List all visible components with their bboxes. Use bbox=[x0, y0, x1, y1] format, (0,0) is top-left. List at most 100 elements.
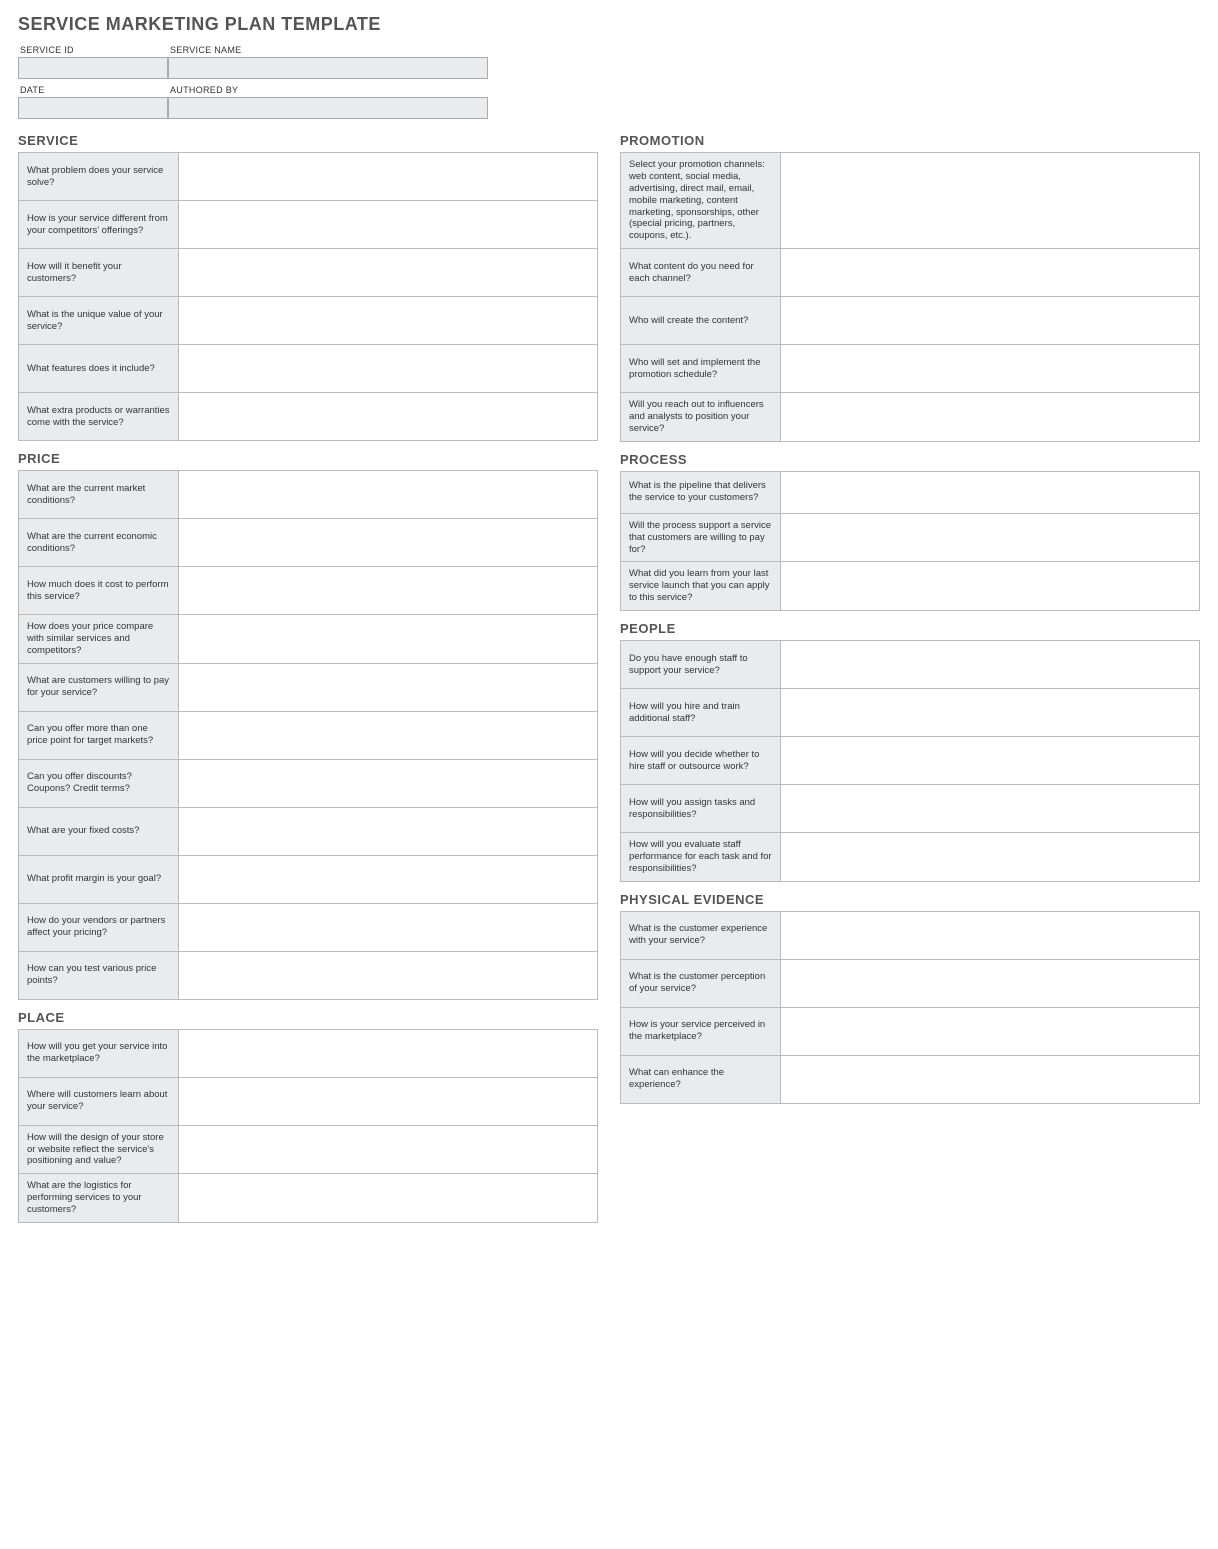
price-q: How does your price compare with similar… bbox=[19, 615, 179, 664]
service-a[interactable] bbox=[179, 249, 598, 297]
people-a[interactable] bbox=[781, 641, 1200, 689]
people-a[interactable] bbox=[781, 737, 1200, 785]
meta-row-2: DATE AUTHORED BY bbox=[18, 83, 1200, 119]
authored-by-input[interactable] bbox=[168, 97, 488, 119]
page-title: SERVICE MARKETING PLAN TEMPLATE bbox=[18, 14, 1200, 35]
evidence-q: How is your service perceived in the mar… bbox=[621, 1007, 781, 1055]
price-a[interactable] bbox=[179, 855, 598, 903]
service-name-input[interactable] bbox=[168, 57, 488, 79]
meta-row-1: SERVICE ID SERVICE NAME bbox=[18, 43, 1200, 79]
section-promotion: PROMOTION Select your promotion channels… bbox=[620, 133, 1200, 442]
place-table: How will you get your service into the m… bbox=[18, 1029, 598, 1223]
place-q: Where will customers learn about your se… bbox=[19, 1077, 179, 1125]
price-a[interactable] bbox=[179, 759, 598, 807]
price-q: What are the current economic conditions… bbox=[19, 519, 179, 567]
process-a[interactable] bbox=[781, 513, 1200, 562]
service-id-input[interactable] bbox=[18, 57, 168, 79]
service-a[interactable] bbox=[179, 345, 598, 393]
price-q: How can you test various price points? bbox=[19, 951, 179, 999]
section-price: PRICE What are the current market condit… bbox=[18, 451, 598, 1000]
promotion-q: Will you reach out to influencers and an… bbox=[621, 393, 781, 442]
people-q: How will you hire and train additional s… bbox=[621, 689, 781, 737]
people-a[interactable] bbox=[781, 833, 1200, 882]
promotion-a[interactable] bbox=[781, 297, 1200, 345]
promotion-a[interactable] bbox=[781, 153, 1200, 249]
promotion-q: Who will set and implement the promotion… bbox=[621, 345, 781, 393]
process-a[interactable] bbox=[781, 562, 1200, 611]
service-a[interactable] bbox=[179, 153, 598, 201]
price-q: How much does it cost to perform this se… bbox=[19, 567, 179, 615]
people-a[interactable] bbox=[781, 785, 1200, 833]
price-q: What profit margin is your goal? bbox=[19, 855, 179, 903]
promotion-heading: PROMOTION bbox=[620, 133, 1200, 148]
price-heading: PRICE bbox=[18, 451, 598, 466]
price-q: How do your vendors or partners affect y… bbox=[19, 903, 179, 951]
promotion-q: What content do you need for each channe… bbox=[621, 249, 781, 297]
process-a[interactable] bbox=[781, 471, 1200, 513]
evidence-a[interactable] bbox=[781, 959, 1200, 1007]
process-q: Will the process support a service that … bbox=[621, 513, 781, 562]
right-column: PROMOTION Select your promotion channels… bbox=[620, 133, 1200, 1233]
service-q: What is the unique value of your service… bbox=[19, 297, 179, 345]
service-a[interactable] bbox=[179, 393, 598, 441]
section-evidence: PHYSICAL EVIDENCE What is the customer e… bbox=[620, 892, 1200, 1104]
section-people: PEOPLE Do you have enough staff to suppo… bbox=[620, 621, 1200, 882]
price-a[interactable] bbox=[179, 615, 598, 664]
evidence-q: What is the customer experience with you… bbox=[621, 911, 781, 959]
evidence-q: What can enhance the experience? bbox=[621, 1055, 781, 1103]
evidence-q: What is the customer perception of your … bbox=[621, 959, 781, 1007]
price-a[interactable] bbox=[179, 903, 598, 951]
evidence-a[interactable] bbox=[781, 1007, 1200, 1055]
service-table: What problem does your service solve? Ho… bbox=[18, 152, 598, 441]
place-a[interactable] bbox=[179, 1029, 598, 1077]
promotion-q: Select your promotion channels: web cont… bbox=[621, 153, 781, 249]
service-a[interactable] bbox=[179, 297, 598, 345]
service-a[interactable] bbox=[179, 201, 598, 249]
process-heading: PROCESS bbox=[620, 452, 1200, 467]
people-a[interactable] bbox=[781, 689, 1200, 737]
evidence-a[interactable] bbox=[781, 1055, 1200, 1103]
evidence-heading: PHYSICAL EVIDENCE bbox=[620, 892, 1200, 907]
price-table: What are the current market conditions? … bbox=[18, 470, 598, 1000]
price-a[interactable] bbox=[179, 567, 598, 615]
price-a[interactable] bbox=[179, 663, 598, 711]
service-id-label: SERVICE ID bbox=[18, 43, 168, 57]
process-q: What did you learn from your last servic… bbox=[621, 562, 781, 611]
service-q: How will it benefit your customers? bbox=[19, 249, 179, 297]
authored-by-label: AUTHORED BY bbox=[168, 83, 488, 97]
place-a[interactable] bbox=[179, 1174, 598, 1223]
process-table: What is the pipeline that delivers the s… bbox=[620, 471, 1200, 611]
service-heading: SERVICE bbox=[18, 133, 598, 148]
service-name-label: SERVICE NAME bbox=[168, 43, 488, 57]
service-q: What problem does your service solve? bbox=[19, 153, 179, 201]
price-a[interactable] bbox=[179, 711, 598, 759]
promotion-q: Who will create the content? bbox=[621, 297, 781, 345]
price-q: What are the current market conditions? bbox=[19, 471, 179, 519]
promotion-a[interactable] bbox=[781, 393, 1200, 442]
place-q: What are the logistics for performing se… bbox=[19, 1174, 179, 1223]
place-q: How will you get your service into the m… bbox=[19, 1029, 179, 1077]
service-q: What features does it include? bbox=[19, 345, 179, 393]
service-q: How is your service different from your … bbox=[19, 201, 179, 249]
date-label: DATE bbox=[18, 83, 168, 97]
evidence-a[interactable] bbox=[781, 911, 1200, 959]
price-a[interactable] bbox=[179, 951, 598, 999]
price-q: Can you offer discounts? Coupons? Credit… bbox=[19, 759, 179, 807]
place-a[interactable] bbox=[179, 1125, 598, 1174]
section-place: PLACE How will you get your service into… bbox=[18, 1010, 598, 1223]
promotion-a[interactable] bbox=[781, 345, 1200, 393]
evidence-table: What is the customer experience with you… bbox=[620, 911, 1200, 1104]
price-a[interactable] bbox=[179, 807, 598, 855]
price-q: Can you offer more than one price point … bbox=[19, 711, 179, 759]
price-a[interactable] bbox=[179, 471, 598, 519]
price-a[interactable] bbox=[179, 519, 598, 567]
left-column: SERVICE What problem does your service s… bbox=[18, 133, 598, 1233]
date-input[interactable] bbox=[18, 97, 168, 119]
place-a[interactable] bbox=[179, 1077, 598, 1125]
people-q: How will you evaluate staff performance … bbox=[621, 833, 781, 882]
section-service: SERVICE What problem does your service s… bbox=[18, 133, 598, 441]
people-q: Do you have enough staff to support your… bbox=[621, 641, 781, 689]
price-q: What are your fixed costs? bbox=[19, 807, 179, 855]
promotion-a[interactable] bbox=[781, 249, 1200, 297]
people-q: How will you decide whether to hire staf… bbox=[621, 737, 781, 785]
